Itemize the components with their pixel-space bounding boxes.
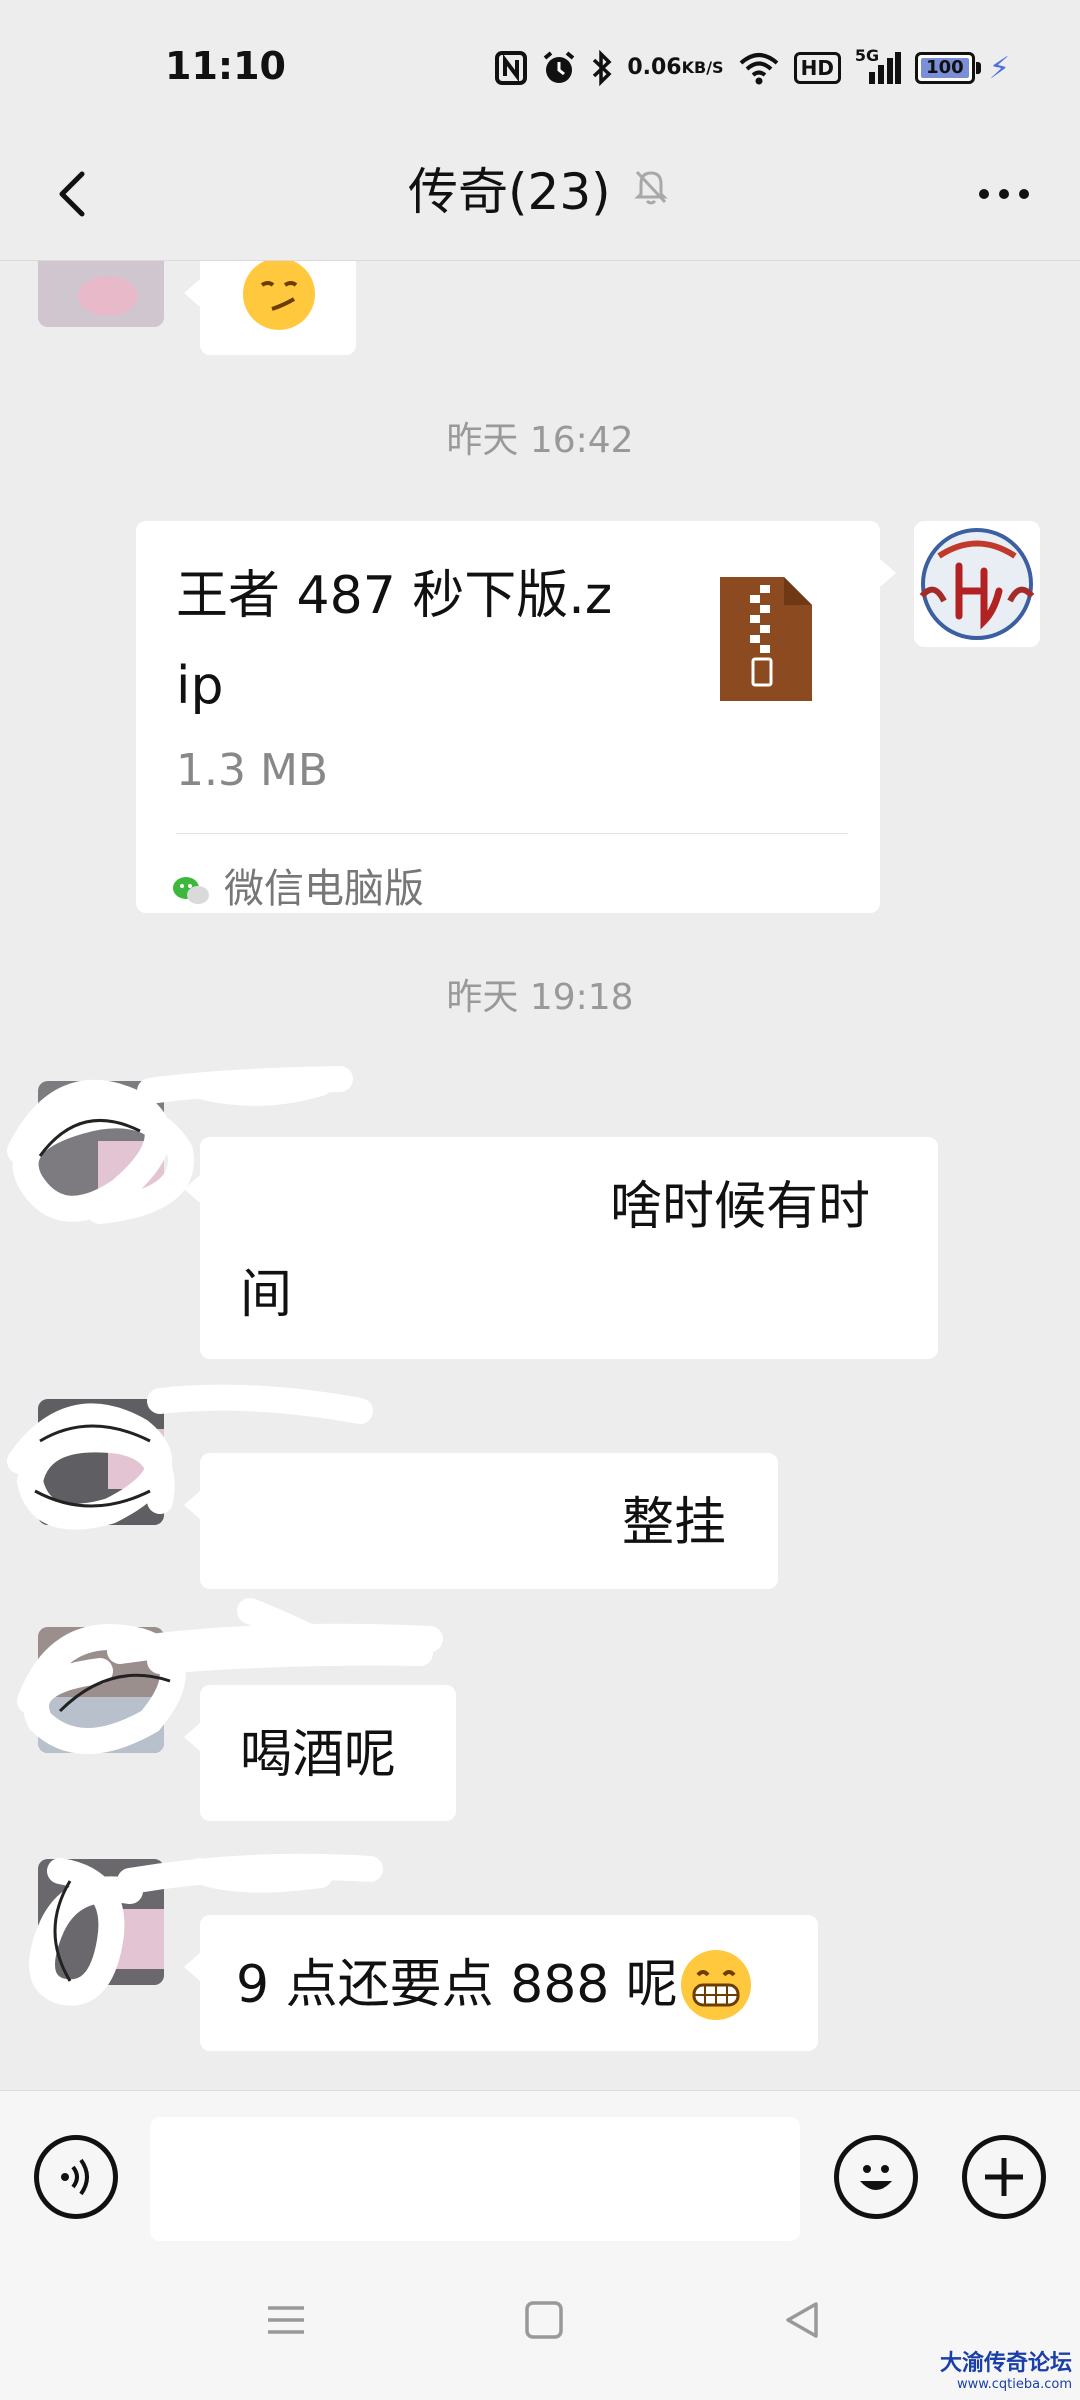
battery-icon: 100	[914, 52, 981, 84]
alarm-icon	[541, 50, 577, 86]
message-input[interactable]	[150, 2117, 800, 2241]
file-source-row: 微信电脑版	[172, 849, 424, 929]
back-nav-button[interactable]	[772, 2290, 832, 2350]
menu-icon	[268, 2306, 304, 2334]
input-bar	[0, 2090, 1080, 2251]
watermark-url: www.cqtieba.com	[956, 2377, 1072, 2392]
system-nav-bar: 大渝传奇论坛 www.cqtieba.com	[0, 2250, 1080, 2400]
message-bubble[interactable]: 啥时候有时间	[184, 1137, 938, 1359]
more-dot-icon	[1019, 189, 1029, 199]
more-options-button[interactable]	[964, 164, 1044, 224]
message-text: 9 点还要点 888 呢	[236, 1955, 678, 2015]
file-name: 王者 487 秒下版.zip	[176, 566, 613, 716]
home-nav-button[interactable]	[514, 2290, 574, 2350]
signal-label: 5G	[854, 46, 880, 65]
back-button[interactable]	[36, 154, 116, 234]
menu-nav-button[interactable]	[256, 2290, 316, 2350]
more-dot-icon	[979, 189, 989, 199]
timestamp: 昨天 19:18	[446, 977, 634, 1018]
file-size: 1.3 MB	[176, 745, 329, 796]
message-text: 啥时候有时间	[240, 1177, 871, 1325]
smiley-icon	[860, 2165, 892, 2190]
smirk-emoji-icon	[240, 261, 318, 356]
more-functions-button[interactable]	[962, 2135, 1046, 2219]
bluetooth-icon	[591, 50, 613, 86]
status-icons: 0.06 KB/S HD 5G 100 ⚡	[495, 46, 1010, 88]
home-square-icon	[525, 2301, 563, 2339]
net-speed: 0.06 KB/S	[627, 55, 724, 80]
hd-badge: HD	[793, 52, 841, 84]
grin-emoji-icon	[678, 1947, 754, 2023]
more-dot-icon	[999, 189, 1009, 199]
emoji-button[interactable]	[834, 2135, 918, 2219]
message-list[interactable]: 昨天 16:42 王者 487 秒下版.zip 1.3 MB 微信电脑版 昨天 …	[0, 261, 1080, 2090]
redacted-text-block	[240, 1483, 620, 1553]
nfc-icon	[495, 51, 528, 85]
battery-level: 100	[920, 58, 969, 78]
net-speed-value: 0.06	[627, 55, 682, 80]
wechat-icon	[172, 849, 210, 929]
my-avatar[interactable]	[914, 521, 1040, 647]
emoji-message-bubble[interactable]	[184, 261, 356, 356]
message-text: 整挂	[622, 1493, 727, 1553]
plus-icon	[985, 2158, 1023, 2196]
forum-watermark: 大渝传奇论坛 www.cqtieba.com	[940, 2345, 1072, 2392]
status-time: 11:10	[165, 44, 286, 88]
title-group: 传奇(23)	[408, 152, 673, 224]
zip-file-icon	[720, 577, 812, 724]
message-text: 喝酒呢	[240, 1725, 397, 1785]
status-bar: 11:10 0.06 KB/S HD 5G 100 ⚡	[0, 0, 1080, 132]
message-bubble[interactable]: 喝酒呢	[184, 1685, 456, 1821]
mute-bell-icon	[629, 164, 673, 212]
timestamp: 昨天 16:42	[446, 420, 634, 461]
file-source: 微信电脑版	[224, 866, 424, 912]
cell-signal-icon: 5G	[855, 46, 901, 86]
wifi-icon	[738, 51, 780, 85]
chat-title: 传奇(23)	[408, 163, 611, 221]
divider	[176, 833, 848, 834]
file-message-bubble[interactable]: 王者 487 秒下版.zip 1.3 MB 微信电脑版	[136, 521, 896, 913]
voice-icon	[61, 2158, 89, 2196]
message-bubble[interactable]: 9 点还要点 888 呢	[184, 1915, 818, 2051]
chat-header: 传奇(23)	[0, 132, 1080, 261]
message-row: 9 点还要点 888 呢	[236, 1941, 754, 2029]
voice-button[interactable]	[34, 2135, 118, 2219]
chevron-left-icon	[59, 171, 85, 217]
watermark-title: 大渝传奇论坛	[939, 2350, 1072, 2376]
message-bubble[interactable]: 整挂	[184, 1453, 778, 1589]
net-speed-unit: KB/S	[681, 58, 724, 77]
avatar[interactable]	[38, 261, 164, 327]
back-triangle-icon	[786, 2302, 818, 2338]
charging-icon: ⚡	[988, 50, 1010, 86]
